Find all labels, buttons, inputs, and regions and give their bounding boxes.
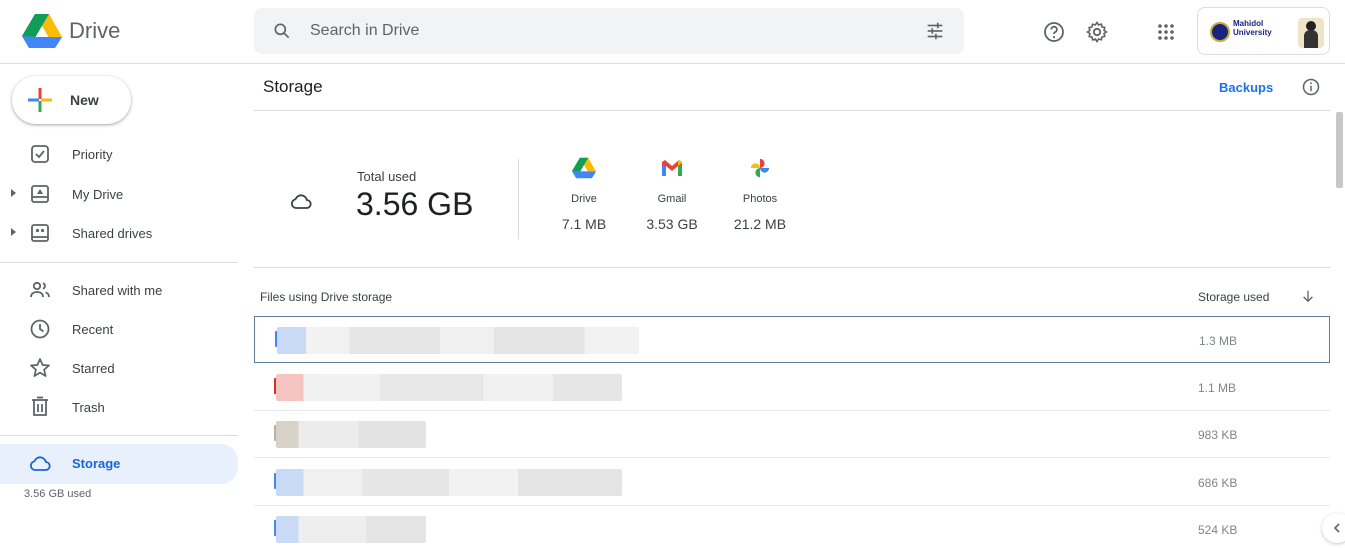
service-value: 3.53 GB [646,216,698,232]
service-name: Photos [742,193,778,205]
settings-gear-icon[interactable] [1085,20,1109,44]
sidebar-item-shared-with-me[interactable]: Shared with me [0,273,238,307]
sidebar-item-label: Shared drives [72,226,153,241]
file-name-redacted [276,374,622,401]
scrollbar-thumb[interactable] [1336,112,1343,188]
my-drive-icon [31,185,49,203]
drive-logo-icon[interactable] [22,13,62,49]
sidebar-item-priority[interactable]: Priority [0,137,238,171]
new-button-label: New [70,92,99,108]
page-title: Storage [263,77,323,96]
help-icon[interactable] [1042,20,1066,44]
service-gmail: Gmail 3.53 GB [632,157,712,232]
drive-logo-icon [572,157,596,179]
file-size: 686 KB [1198,476,1238,490]
table-row[interactable]: 1.3 MB [254,316,1330,363]
sidebar-item-label: Shared with me [72,283,163,298]
file-name-redacted [276,469,622,496]
cloud-icon [30,456,51,471]
file-name-redacted [277,327,639,354]
sidebar-item-label: My Drive [72,187,124,202]
recent-icon [30,319,50,339]
total-used-value: 3.56 GB [356,186,474,222]
storage-page: Storage Backups Total used 3.56 GB Drive… [254,65,1330,548]
trash-icon [32,396,48,416]
university-seal-icon [1210,22,1230,42]
account-switcher[interactable]: Mahidol University [1197,7,1330,55]
avatar[interactable] [1298,18,1324,48]
header-divider [254,110,1330,111]
account-org-line2: University [1233,28,1272,37]
expand-caret-icon[interactable] [11,228,16,236]
plus-icon [28,88,52,112]
arrow-down-icon[interactable] [1301,289,1315,303]
sidebar-item-storage[interactable]: Storage [0,444,238,484]
cloud-icon [291,194,312,209]
table-row[interactable]: 524 KB [254,506,1330,548]
table-row[interactable]: 983 KB [254,411,1330,458]
file-size: 1.3 MB [1199,334,1238,348]
sidebar-item-label: Priority [72,147,113,162]
sidebar-divider [0,262,238,263]
storage-used-text: 3.56 GB used [24,488,92,500]
sidebar-item-my-drive[interactable]: My Drive [0,177,238,211]
file-size: 983 KB [1198,428,1238,442]
file-name-redacted [276,516,426,543]
gmail-logo-icon [662,160,682,176]
top-bar: Drive Mahidol [0,0,1345,64]
search-icon[interactable] [272,21,292,41]
info-icon[interactable] [1301,77,1321,97]
table-row[interactable]: 686 KB [254,459,1330,506]
expand-caret-icon[interactable] [11,189,16,197]
sidebar-item-starred[interactable]: Starred [0,351,238,385]
search-options-icon[interactable] [924,20,946,42]
file-name-redacted [276,421,426,448]
service-drive: Drive 7.1 MB [544,157,624,232]
side-panel-toggle-button[interactable] [1322,513,1345,543]
service-photos: Photos 21.2 MB [720,157,800,232]
shared-drives-icon [31,224,49,242]
sidebar-item-label: Starred [72,361,115,376]
files-list-header: Files using Drive storage [260,290,393,304]
sidebar-item-label: Storage [72,456,121,471]
shared-with-me-icon [30,281,50,298]
sidebar-item-label: Recent [72,322,114,337]
service-value: 7.1 MB [561,216,607,232]
table-row[interactable]: 1.1 MB [254,364,1330,411]
apps-grid-icon[interactable] [1154,20,1178,44]
priority-icon [31,145,49,163]
photos-logo-icon [750,158,770,178]
sidebar-item-recent[interactable]: Recent [0,312,238,346]
summary-bottom-divider [254,267,1330,268]
sidebar-item-shared-drives[interactable]: Shared drives [0,216,238,250]
sidebar-divider [0,435,238,436]
star-icon [30,358,50,377]
sidebar-item-trash[interactable]: Trash [0,390,238,424]
file-size: 1.1 MB [1198,381,1237,395]
search-input[interactable] [310,18,890,44]
service-name: Drive [571,193,597,205]
total-used-label: Total used [357,169,417,184]
service-name: Gmail [657,193,687,205]
account-org-name: Mahidol University [1233,19,1272,37]
chevron-left-icon [1333,523,1340,533]
sort-by-storage-header[interactable]: Storage used [1198,290,1313,304]
drive-brand-label[interactable]: Drive [69,18,120,44]
sort-header-label: Storage used [1198,290,1270,304]
service-value: 21.2 MB [733,216,787,232]
account-org-line1: Mahidol [1233,19,1264,28]
new-button[interactable]: New [12,76,131,124]
file-size: 524 KB [1198,523,1238,537]
search-bar[interactable] [254,8,964,54]
sidebar-item-label: Trash [72,400,105,415]
summary-divider [518,159,519,239]
backups-link[interactable]: Backups [1219,80,1273,95]
